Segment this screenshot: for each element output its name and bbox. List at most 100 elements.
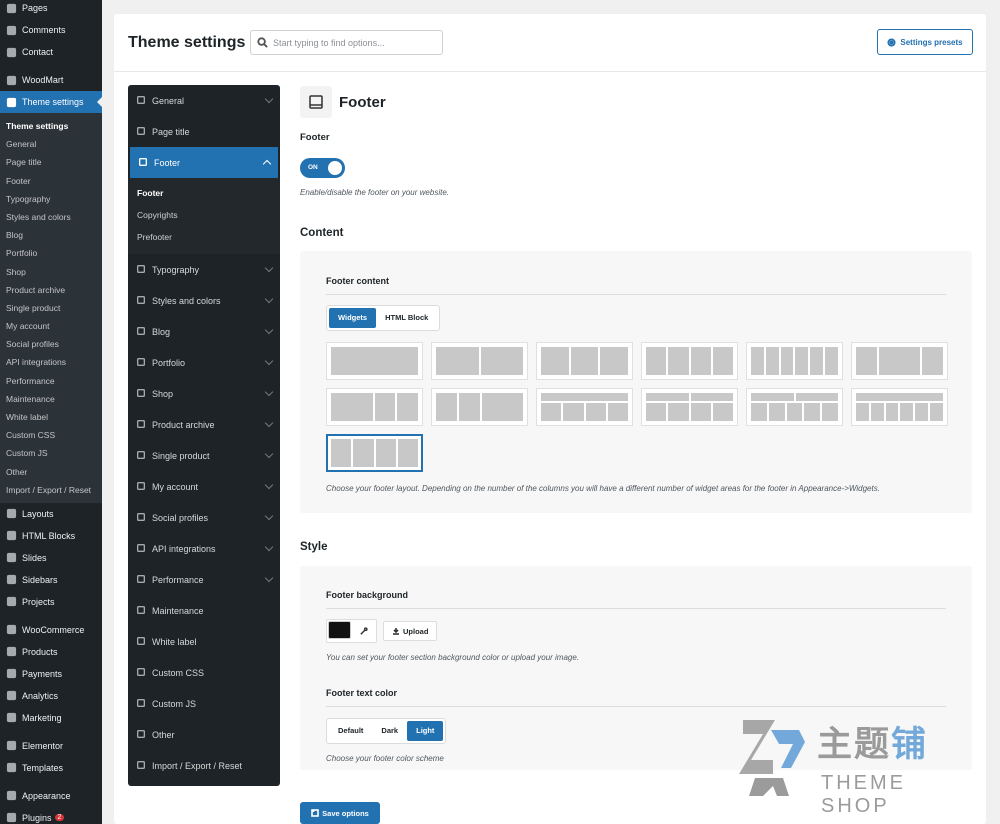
settings-nav-product-archive[interactable]: Product archive [128,409,280,440]
subnav-footer[interactable]: Footer [128,182,280,204]
settings-nav-label: API integrations [152,543,216,554]
color-picker-button[interactable] [351,621,375,641]
settings-nav-portfolio[interactable]: Portfolio [128,347,280,378]
settings-presets-button[interactable]: Settings presets [877,29,973,55]
footer-layout-option[interactable] [536,388,633,426]
footer-layout-option[interactable] [536,342,633,380]
wp-menu-label: Comments [22,25,66,35]
wp-menu-slides[interactable]: Slides [0,547,102,569]
wp-submenu-my-account[interactable]: My account [0,317,102,335]
save-options-button[interactable]: Save options [300,802,380,824]
wp-submenu-other[interactable]: Other [0,463,102,481]
typography-icon [136,264,147,275]
upload-button[interactable]: Upload [383,621,438,641]
wp-submenu-footer[interactable]: Footer [0,172,102,190]
settings-nav-blog[interactable]: Blog [128,316,280,347]
settings-nav-my-account[interactable]: My account [128,471,280,502]
settings-nav-performance[interactable]: Performance [128,564,280,595]
wp-submenu-api-integrations[interactable]: API integrations [0,353,102,371]
wp-menu-projects[interactable]: Projects [0,591,102,613]
footer-toggle-label: Footer [300,132,330,143]
wp-menu-templates[interactable]: Templates [0,757,102,779]
text-color-light[interactable]: Light [407,721,444,741]
footer-layout-option[interactable] [851,342,948,380]
settings-nav-label: Portfolio [152,357,186,368]
settings-nav-import-export-reset[interactable]: Import / Export / Reset [128,750,280,781]
wp-menu-products[interactable]: Products [0,641,102,663]
background-color-swatch[interactable] [328,621,351,639]
wp-menu-layouts[interactable]: Layouts [0,503,102,525]
wp-submenu-general[interactable]: General [0,135,102,153]
wp-submenu-shop[interactable]: Shop [0,263,102,281]
wp-menu-woodmart[interactable]: WoodMart [0,69,102,91]
search-input[interactable] [273,37,433,48]
settings-nav-white-label[interactable]: White label [128,626,280,657]
wp-submenu-theme-settings[interactable]: Theme settings [0,117,102,135]
settings-nav-styles-and-colors[interactable]: Styles and colors [128,285,280,316]
footer-layout-option[interactable] [746,388,843,426]
settings-nav-other[interactable]: Other [128,719,280,750]
text-color-dark[interactable]: Dark [372,721,407,741]
settings-nav-api-integrations[interactable]: API integrations [128,533,280,564]
wp-menu-theme-settings[interactable]: Theme settings [0,91,102,113]
settings-nav-single-product[interactable]: Single product [128,440,280,471]
wp-submenu-product-archive[interactable]: Product archive [0,281,102,299]
wp-submenu-portfolio[interactable]: Portfolio [0,244,102,262]
footer-layout-option[interactable] [326,434,423,472]
footer-layout-option[interactable] [641,342,738,380]
wp-submenu-typography[interactable]: Typography [0,190,102,208]
subnav-prefooter[interactable]: Prefooter [128,226,280,248]
wp-submenu-custom-js[interactable]: Custom JS [0,444,102,462]
footer-layout-option[interactable] [326,388,423,426]
wp-submenu-page-title[interactable]: Page title [0,153,102,171]
footer-toggle[interactable]: ON [300,158,345,178]
settings-nav-maintenance[interactable]: Maintenance [128,595,280,626]
wp-submenu-import-export-reset[interactable]: Import / Export / Reset [0,481,102,499]
footer-layout-option[interactable] [641,388,738,426]
search-box[interactable] [250,30,443,55]
wp-submenu-social-profiles[interactable]: Social profiles [0,335,102,353]
content-type-tabs: Widgets HTML Block [326,305,441,331]
settings-nav-custom-js[interactable]: Custom JS [128,688,280,719]
wp-menu-appearance[interactable]: Appearance [0,785,102,807]
wp-menu-contact[interactable]: Contact [0,41,102,63]
footer-layout-option[interactable] [431,388,528,426]
wp-menu-label: Projects [22,596,55,607]
wp-menu-elementor[interactable]: Elementor [0,735,102,757]
wp-menu-comments[interactable]: Comments [0,19,102,41]
wp-menu-pages[interactable]: Pages [0,0,102,19]
settings-nav-custom-css[interactable]: Custom CSS [128,657,280,688]
chevron-down-icon [264,511,274,521]
settings-nav-page-title[interactable]: Page title [128,116,280,147]
wp-submenu-blog[interactable]: Blog [0,226,102,244]
settings-nav-typography[interactable]: Typography [128,254,280,285]
settings-nav-social-profiles[interactable]: Social profiles [128,502,280,533]
wp-menu-plugins[interactable]: Plugins 2 [0,807,102,824]
text-color-default[interactable]: Default [329,721,372,741]
settings-nav-general[interactable]: General [128,85,280,116]
settings-nav-shop[interactable]: Shop [128,378,280,409]
wp-submenu-custom-css[interactable]: Custom CSS [0,426,102,444]
tab-widgets[interactable]: Widgets [329,308,377,328]
wp-menu-html-blocks[interactable]: HTML Blocks [0,525,102,547]
wp-submenu-maintenance[interactable]: Maintenance [0,390,102,408]
footer-layout-option[interactable] [431,342,528,380]
wp-submenu-white-label[interactable]: White label [0,408,102,426]
wp-menu-analytics[interactable]: Analytics [0,685,102,707]
wp-menu-label: Marketing [22,712,62,723]
wp-menu-marketing[interactable]: Marketing [0,707,102,729]
wp-menu-payments[interactable]: Payments [0,663,102,685]
wp-menu-woocommerce[interactable]: WooCommerce [0,619,102,641]
footer-layout-option[interactable] [851,388,948,426]
plugins-update-badge: 2 [54,814,65,822]
settings-nav-footer[interactable]: Footer [130,147,278,178]
wp-submenu-styles-and-colors[interactable]: Styles and colors [0,208,102,226]
footer-layout-option[interactable] [746,342,843,380]
wp-submenu-single-product[interactable]: Single product [0,299,102,317]
tab-html-block[interactable]: HTML Block [376,308,437,328]
footer-layout-option[interactable] [326,342,423,380]
subnav-copyrights[interactable]: Copyrights [128,204,280,226]
wp-submenu-performance[interactable]: Performance [0,372,102,390]
page-title: Theme settings [128,34,246,51]
wp-menu-sidebars[interactable]: Sidebars [0,569,102,591]
